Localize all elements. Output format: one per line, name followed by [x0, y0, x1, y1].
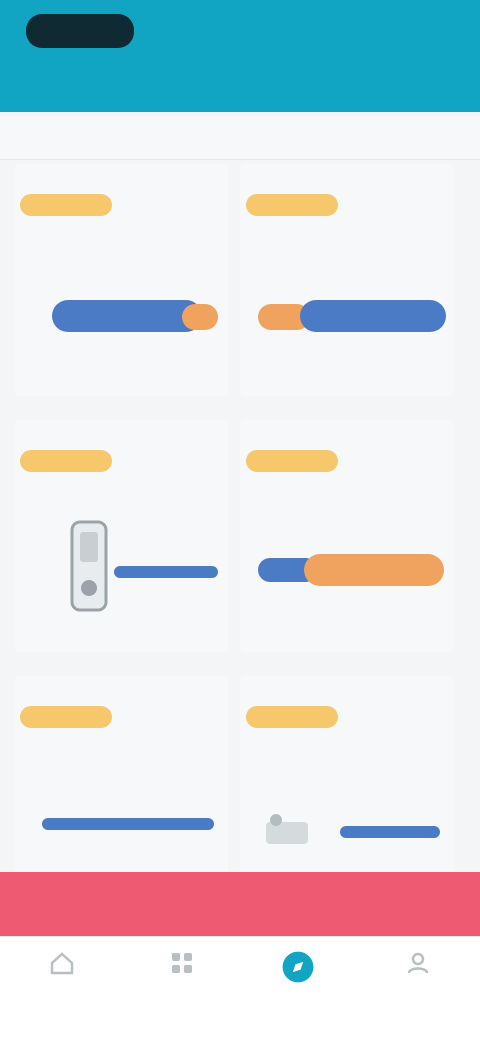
card-title [44, 488, 204, 506]
card-title [44, 232, 204, 250]
tab-profile[interactable] [378, 949, 458, 1019]
grid-icon [172, 953, 192, 973]
filter-bar[interactable] [0, 116, 480, 160]
card-badge [20, 706, 112, 728]
card-badge [246, 194, 338, 216]
bottom-tab-bar [0, 936, 480, 1040]
card-2[interactable] [240, 164, 454, 396]
app-header [0, 0, 480, 112]
promo-banner[interactable] [0, 872, 480, 936]
bar-orange-shape [304, 554, 444, 586]
bar-blue-shape [114, 566, 218, 578]
compass-icon [282, 951, 314, 983]
tab-discover[interactable] [258, 949, 338, 1019]
mini-figure [266, 814, 308, 844]
card-title [270, 488, 430, 506]
bar-blue-shape [300, 300, 446, 332]
card-grid [0, 160, 480, 908]
card-title [44, 744, 204, 762]
app-logo[interactable] [26, 14, 134, 48]
home-icon [50, 952, 74, 975]
card-badge [20, 194, 112, 216]
bar-blue-shape [52, 300, 202, 332]
card-badge [20, 450, 112, 472]
tab-home[interactable] [22, 949, 102, 1019]
card-badge [246, 706, 338, 728]
card-title [300, 734, 410, 764]
card-1[interactable] [14, 164, 228, 396]
bar-blue-shape [340, 826, 440, 838]
card-title [270, 232, 430, 250]
tab-categories[interactable] [142, 949, 222, 1019]
phone-illustration [70, 520, 108, 612]
bar-blue-shape [42, 818, 214, 830]
card-4[interactable] [240, 420, 454, 652]
card-3[interactable] [14, 420, 228, 652]
card-badge [246, 450, 338, 472]
bar-orange-shape [182, 304, 218, 330]
user-icon [407, 952, 429, 974]
